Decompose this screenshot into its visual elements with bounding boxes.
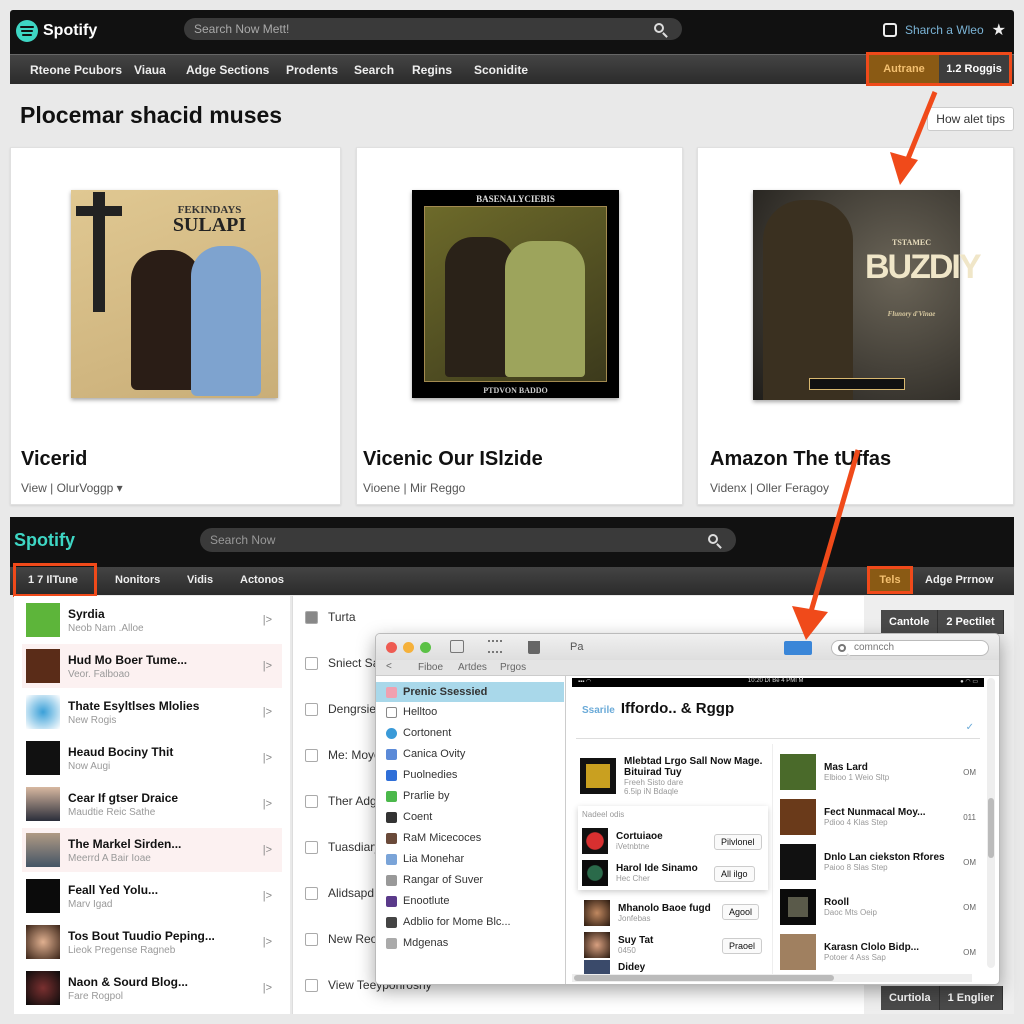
arrow-line bbox=[902, 91, 938, 167]
arrow-head bbox=[792, 606, 828, 640]
arrow-head bbox=[890, 152, 918, 185]
arrow-line bbox=[807, 449, 861, 616]
annotation-arrows bbox=[792, 91, 938, 640]
